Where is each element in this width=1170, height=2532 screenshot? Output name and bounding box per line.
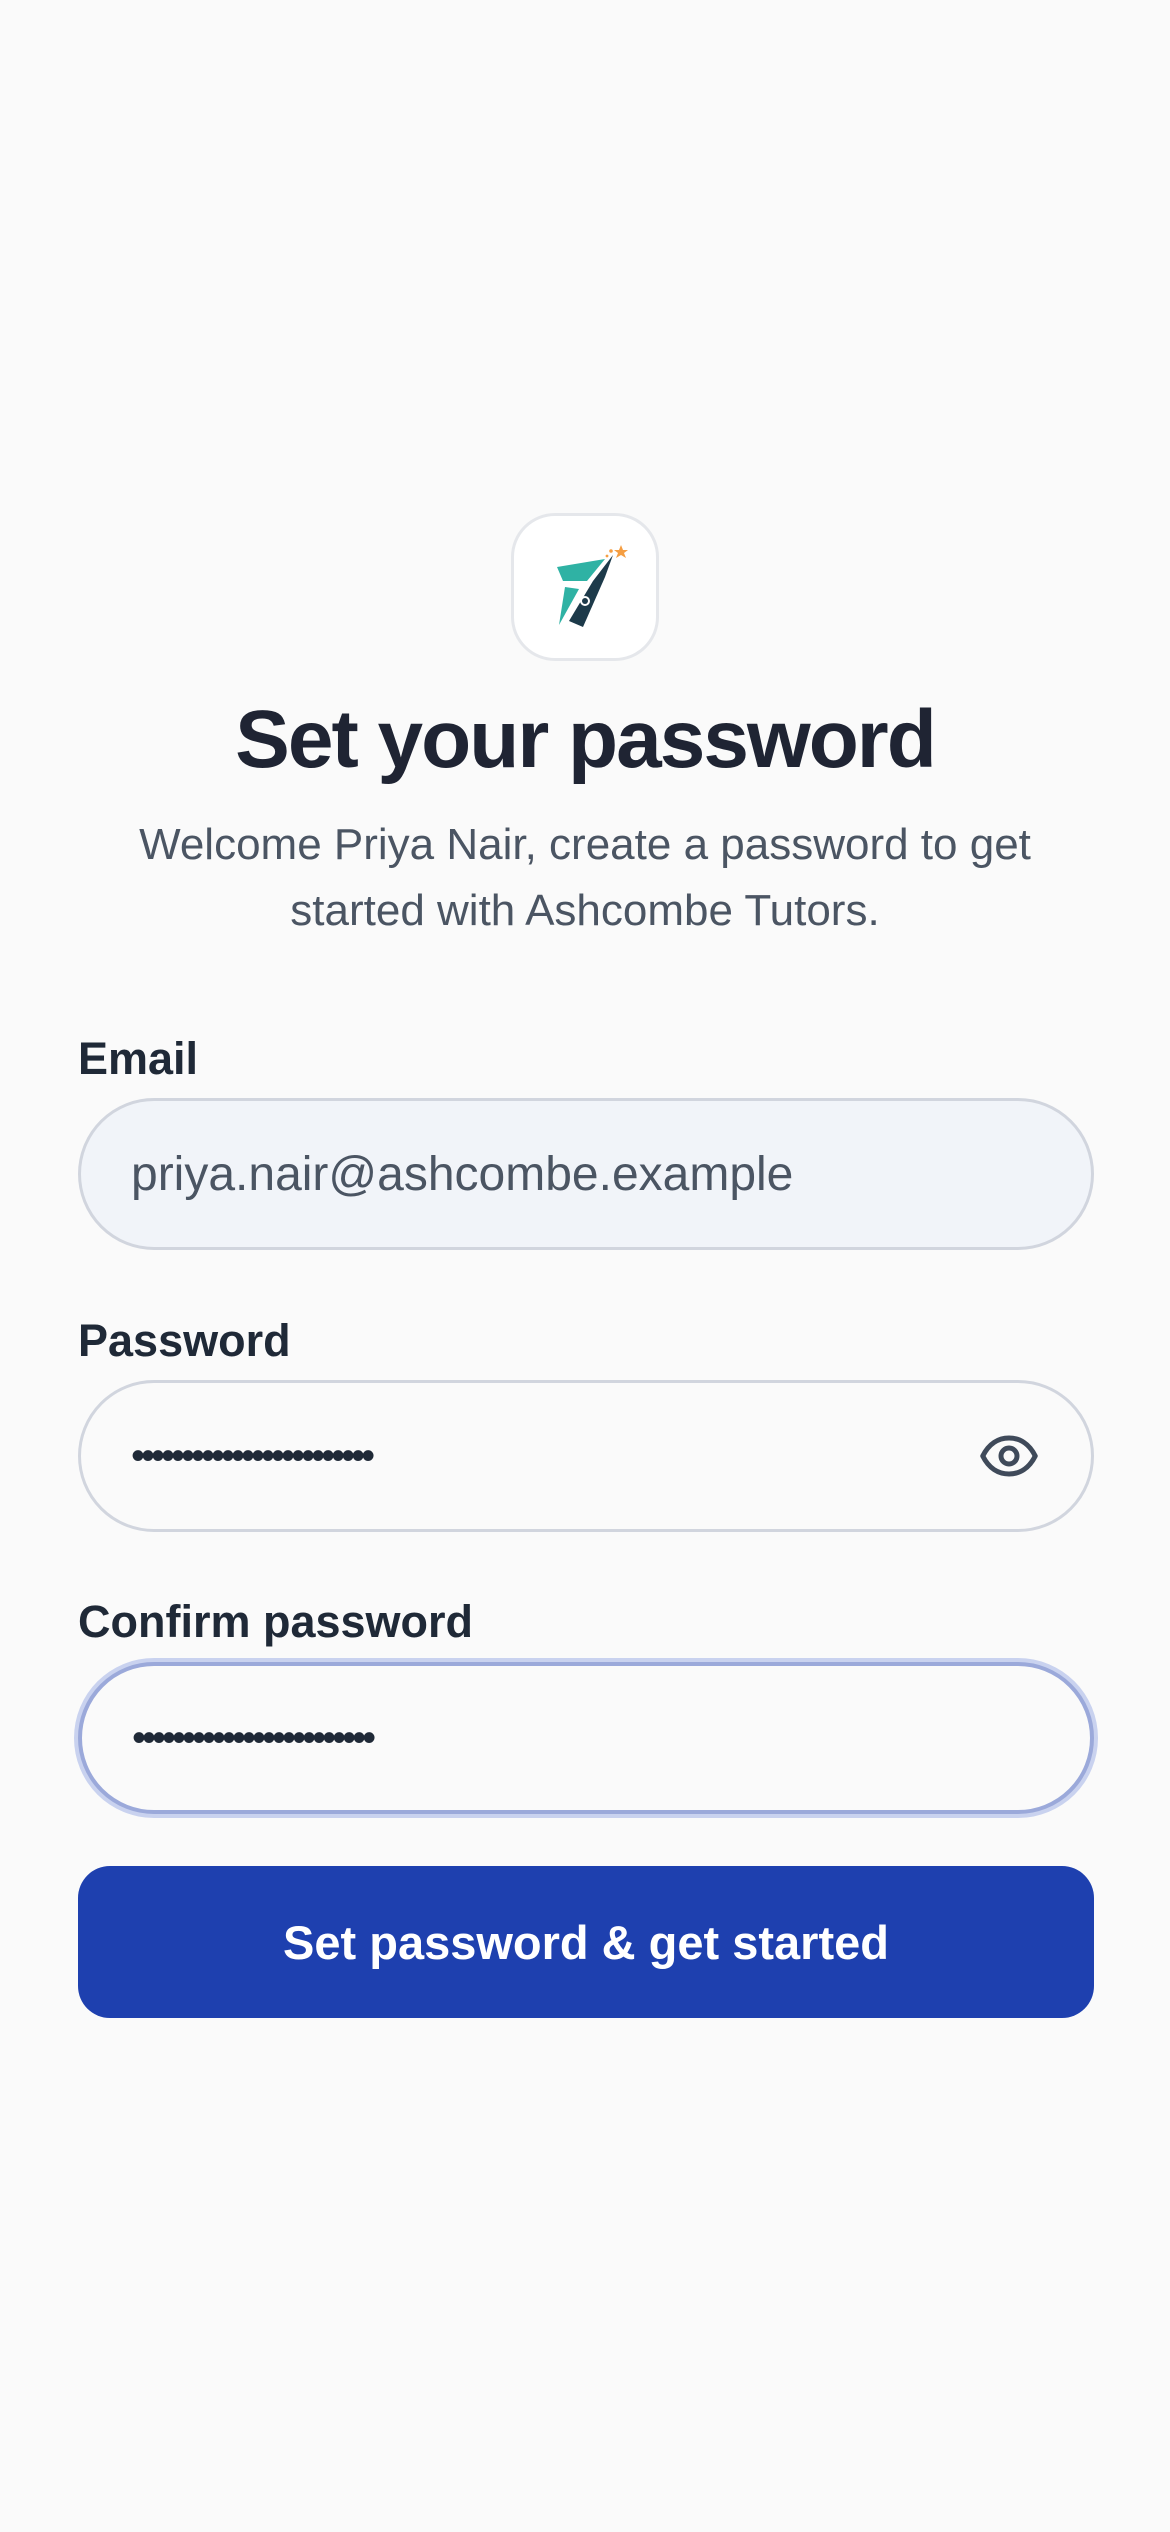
eye-icon [980, 1435, 1038, 1477]
confirm-password-field[interactable]: •••••••••••••••••••••••• [78, 1662, 1094, 1814]
app-logo [511, 513, 659, 661]
set-password-button[interactable]: Set password & get started [78, 1866, 1094, 2018]
password-field[interactable]: •••••••••••••••••••••••• [78, 1380, 1094, 1532]
email-label: Email [78, 1033, 199, 1084]
pen-nib-star-logo-icon [557, 545, 628, 627]
email-field[interactable]: priya.nair@ashcombe.example [78, 1098, 1094, 1250]
page-subtitle: Welcome Priya Nair, create a password to… [139, 820, 1031, 935]
confirm-password-label: Confirm password [78, 1596, 474, 1647]
password-label: Password [78, 1315, 291, 1366]
email-value: priya.nair@ashcombe.example [131, 1147, 794, 1201]
set-password-screen: Set your password Welcome Priya Nair, cr… [0, 0, 1170, 2532]
confirm-password-masked-value: •••••••••••••••••••••••• [132, 1715, 376, 1760]
password-masked-value: •••••••••••••••••••••••• [131, 1433, 375, 1478]
page-title: Set your password [235, 694, 937, 785]
show-password-toggle[interactable] [977, 1424, 1041, 1488]
